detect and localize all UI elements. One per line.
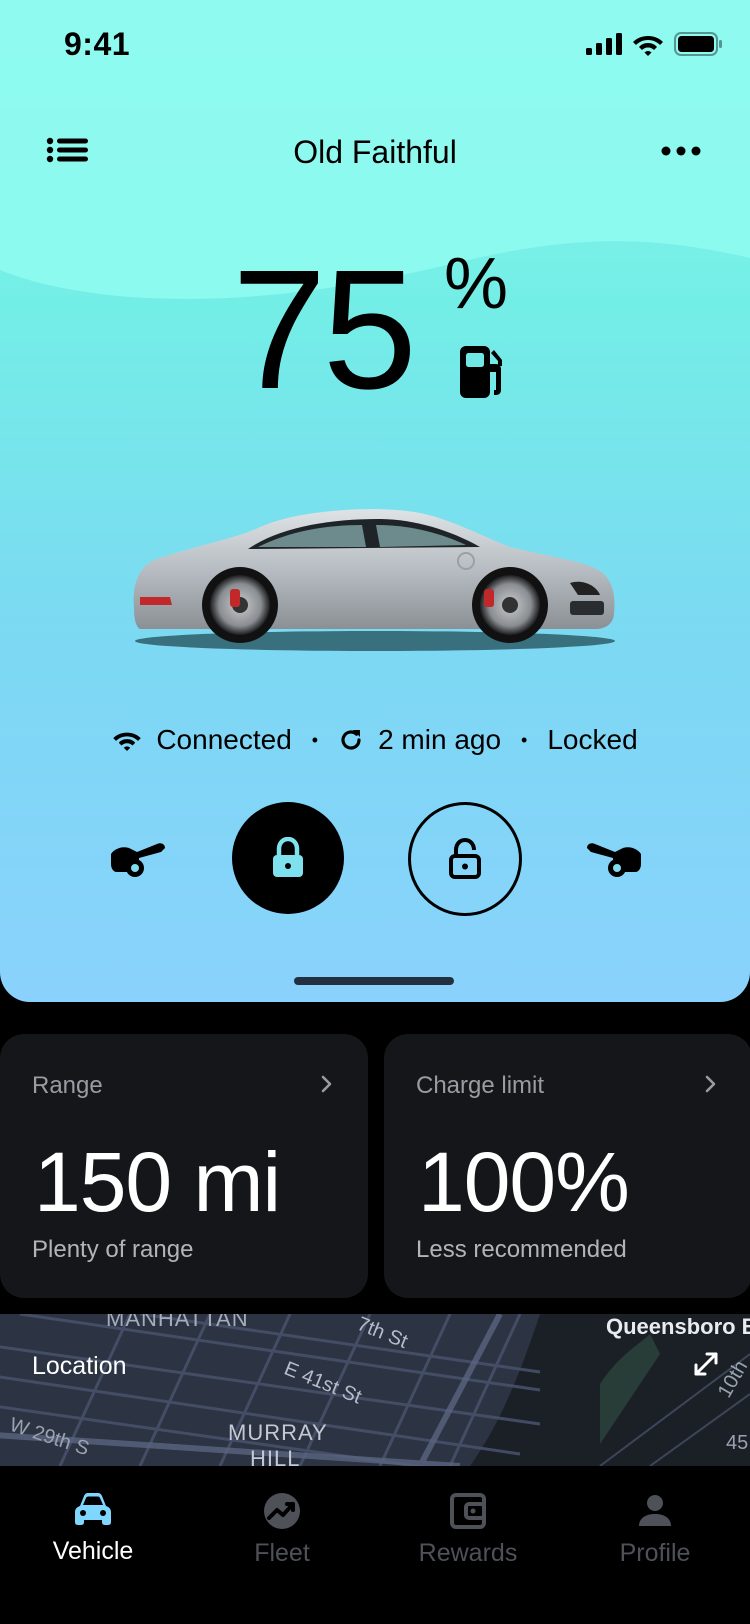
battery-readout: 75 % (0, 240, 750, 420)
range-card[interactable]: Range 150 mi Plenty of range (0, 1034, 368, 1298)
unlock-icon (449, 838, 481, 879)
status-separator: • (311, 729, 319, 750)
quick-actions (0, 802, 750, 916)
car-image (133, 509, 615, 651)
lock-icon (273, 837, 303, 877)
tab-fleet[interactable]: Fleet (207, 1492, 357, 1568)
tab-profile[interactable]: Profile (580, 1492, 730, 1568)
map-label: MANHATTAN (106, 1314, 249, 1331)
expand-icon[interactable] (692, 1350, 720, 1378)
lock-status: Locked (547, 724, 638, 755)
location-map[interactable]: MANHATTAN Queensboro B E 41st St 7th St … (0, 1314, 750, 1466)
unlock-button[interactable] (408, 802, 522, 916)
location-title: Location (32, 1352, 127, 1380)
battery-status-icon (674, 32, 722, 56)
map-label: 45 (726, 1432, 749, 1454)
open-trunk-button[interactable] (102, 830, 174, 886)
range-subtitle: Plenty of range (32, 1236, 194, 1263)
chevron-right-icon (321, 1075, 332, 1093)
charge-limit-label: Charge limit (416, 1072, 545, 1099)
wifi-icon (633, 36, 663, 56)
status-bar: 9:41 (0, 0, 750, 90)
open-frunk-button[interactable] (578, 830, 650, 886)
fleet-icon (264, 1493, 300, 1529)
map-label: MURRAY (228, 1420, 328, 1445)
person-icon (639, 1495, 671, 1526)
charge-limit-card[interactable]: Charge limit 100% Less recommended (384, 1034, 750, 1298)
front-trunk-icon (587, 843, 641, 877)
map-label: HILL (250, 1446, 301, 1466)
vehicle-hero-panel: 9:41 Old Faithful 75 % Connected • 2 min… (0, 0, 750, 1002)
bottom-tab-bar: Vehicle Fleet Rewards Profile (0, 1466, 750, 1624)
vehicle-status-line: Connected • 2 min ago • Locked (0, 720, 750, 760)
tab-label: Profile (619, 1539, 691, 1567)
map-label: Queensboro B (606, 1314, 750, 1339)
connection-status: Connected (156, 724, 292, 755)
charge-limit-subtitle: Less recommended (416, 1236, 627, 1263)
tab-rewards[interactable]: Rewards (393, 1492, 543, 1568)
vehicle-name: Old Faithful (293, 134, 457, 170)
tab-label: Fleet (254, 1539, 310, 1567)
sheet-handle[interactable] (294, 977, 454, 985)
charge-limit-value: 100% (418, 1135, 630, 1229)
wallet-icon (450, 1493, 486, 1529)
car-icon (75, 1493, 111, 1525)
last-update: 2 min ago (378, 724, 502, 755)
range-value: 150 mi (34, 1135, 281, 1229)
chevron-right-icon (705, 1075, 716, 1093)
battery-unit: % (444, 244, 509, 324)
status-separator: • (521, 729, 528, 750)
more-options-icon[interactable] (656, 132, 706, 172)
status-icons (586, 32, 722, 56)
refresh-icon[interactable] (338, 727, 364, 753)
top-navigation: Old Faithful (0, 120, 750, 184)
lock-button[interactable] (232, 802, 344, 914)
rear-trunk-icon (111, 843, 165, 877)
status-time: 9:41 (64, 26, 131, 62)
cellular-signal-icon (586, 33, 622, 55)
tab-label: Rewards (418, 1539, 518, 1567)
tab-label: Vehicle (52, 1537, 134, 1565)
battery-level: 75 (232, 235, 417, 425)
range-label: Range (32, 1072, 103, 1099)
connected-wifi-icon (113, 732, 142, 751)
fuel-pump-icon (460, 346, 502, 398)
tab-vehicle[interactable]: Vehicle (18, 1492, 168, 1566)
